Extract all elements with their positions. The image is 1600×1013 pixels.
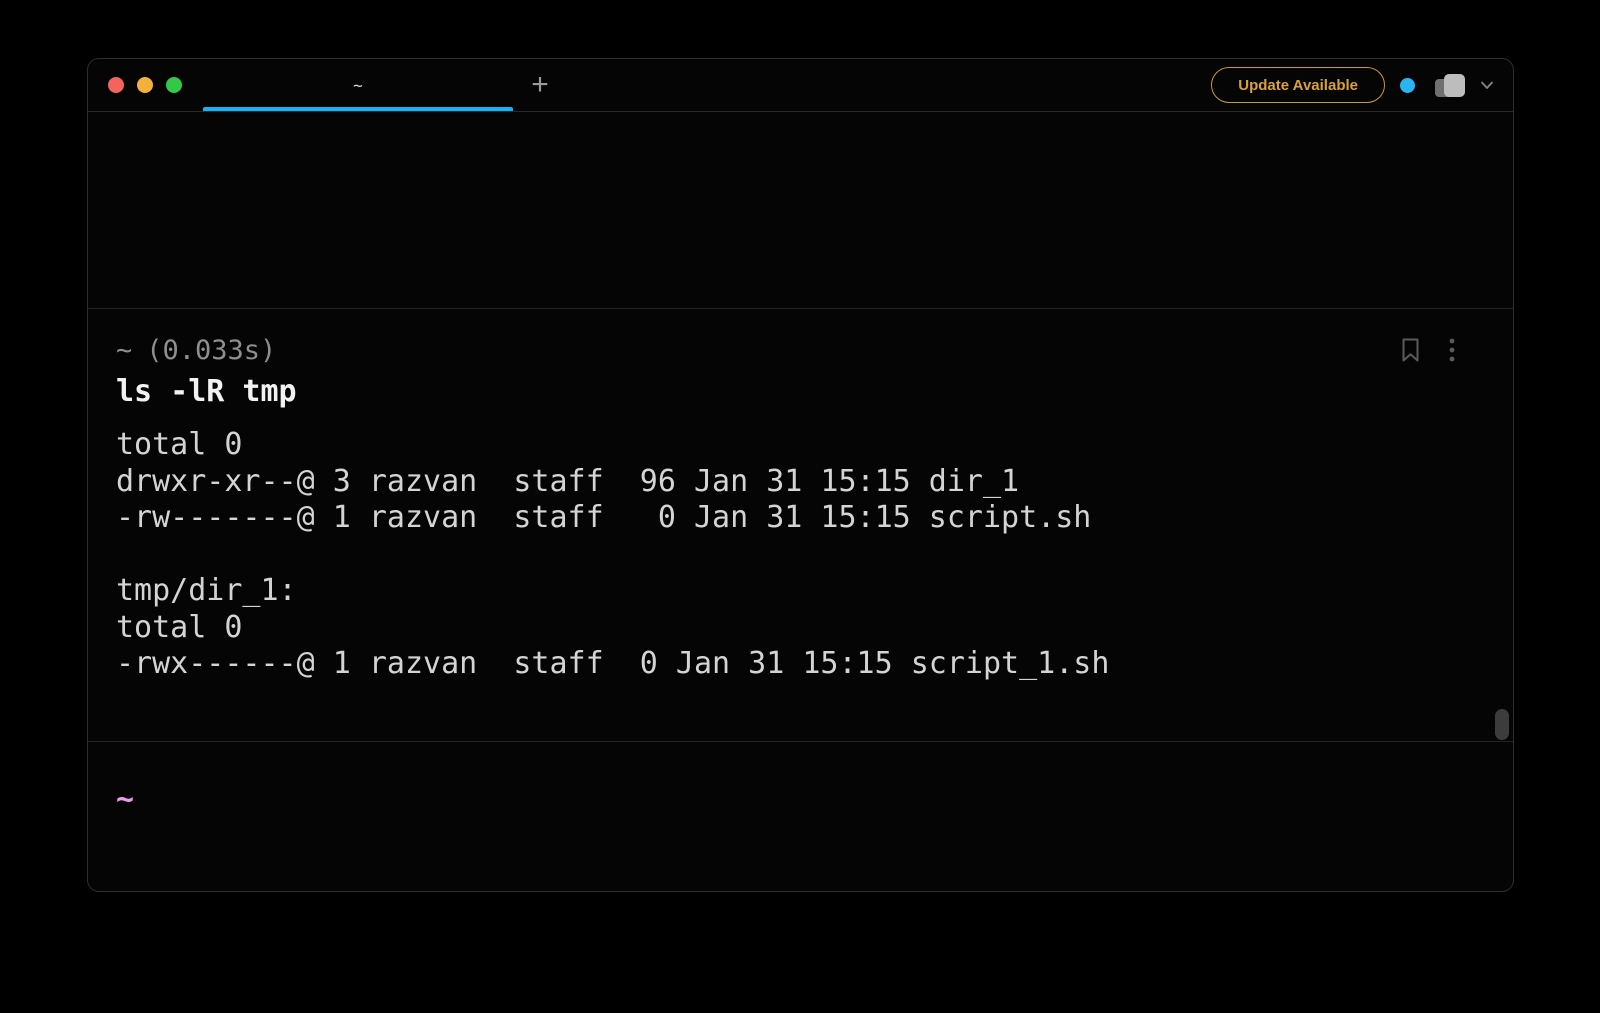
block-duration: (0.033s) xyxy=(146,335,276,366)
command-output: total 0 drwxr-xr--@ 3 razvan staff 96 Ja… xyxy=(116,427,1485,683)
zoom-button[interactable] xyxy=(166,77,182,93)
command-text[interactable]: ls -lR tmp xyxy=(116,373,1485,410)
chevron-down-icon[interactable] xyxy=(1479,77,1495,93)
tab-home[interactable]: ~ xyxy=(203,59,513,111)
kebab-menu-icon[interactable] xyxy=(1449,337,1455,363)
command-block-header: ~ (0.033s) xyxy=(116,333,1485,369)
command-input[interactable]: ~ xyxy=(88,742,1513,891)
new-tab-button[interactable]: + xyxy=(517,59,563,111)
update-available-button[interactable]: Update Available xyxy=(1211,67,1385,103)
titlebar: ~ + Update Available xyxy=(88,59,1513,112)
bookmark-icon[interactable] xyxy=(1399,337,1422,363)
block-context: ~ (0.033s) xyxy=(116,333,276,369)
scrollbar-thumb[interactable] xyxy=(1495,709,1509,740)
notification-dot-icon xyxy=(1400,78,1415,93)
close-button[interactable] xyxy=(108,77,124,93)
prompt-symbol: ~ xyxy=(116,782,134,817)
command-block: ~ (0.033s) ls -lR tmp total 0 drwxr-xr--@… xyxy=(88,309,1513,742)
tab-title: ~ xyxy=(353,76,363,95)
terminal-window: ~ + Update Available ~ (0.033s) xyxy=(87,58,1514,892)
active-tab-indicator xyxy=(203,107,513,111)
scrollback-area xyxy=(88,112,1513,309)
block-directory: ~ xyxy=(116,335,132,366)
titlebar-right-cluster: Update Available xyxy=(1211,67,1495,103)
block-actions xyxy=(1399,337,1455,363)
window-stack-icon[interactable] xyxy=(1433,71,1468,100)
minimize-button[interactable] xyxy=(137,77,153,93)
traffic-lights xyxy=(108,77,200,93)
